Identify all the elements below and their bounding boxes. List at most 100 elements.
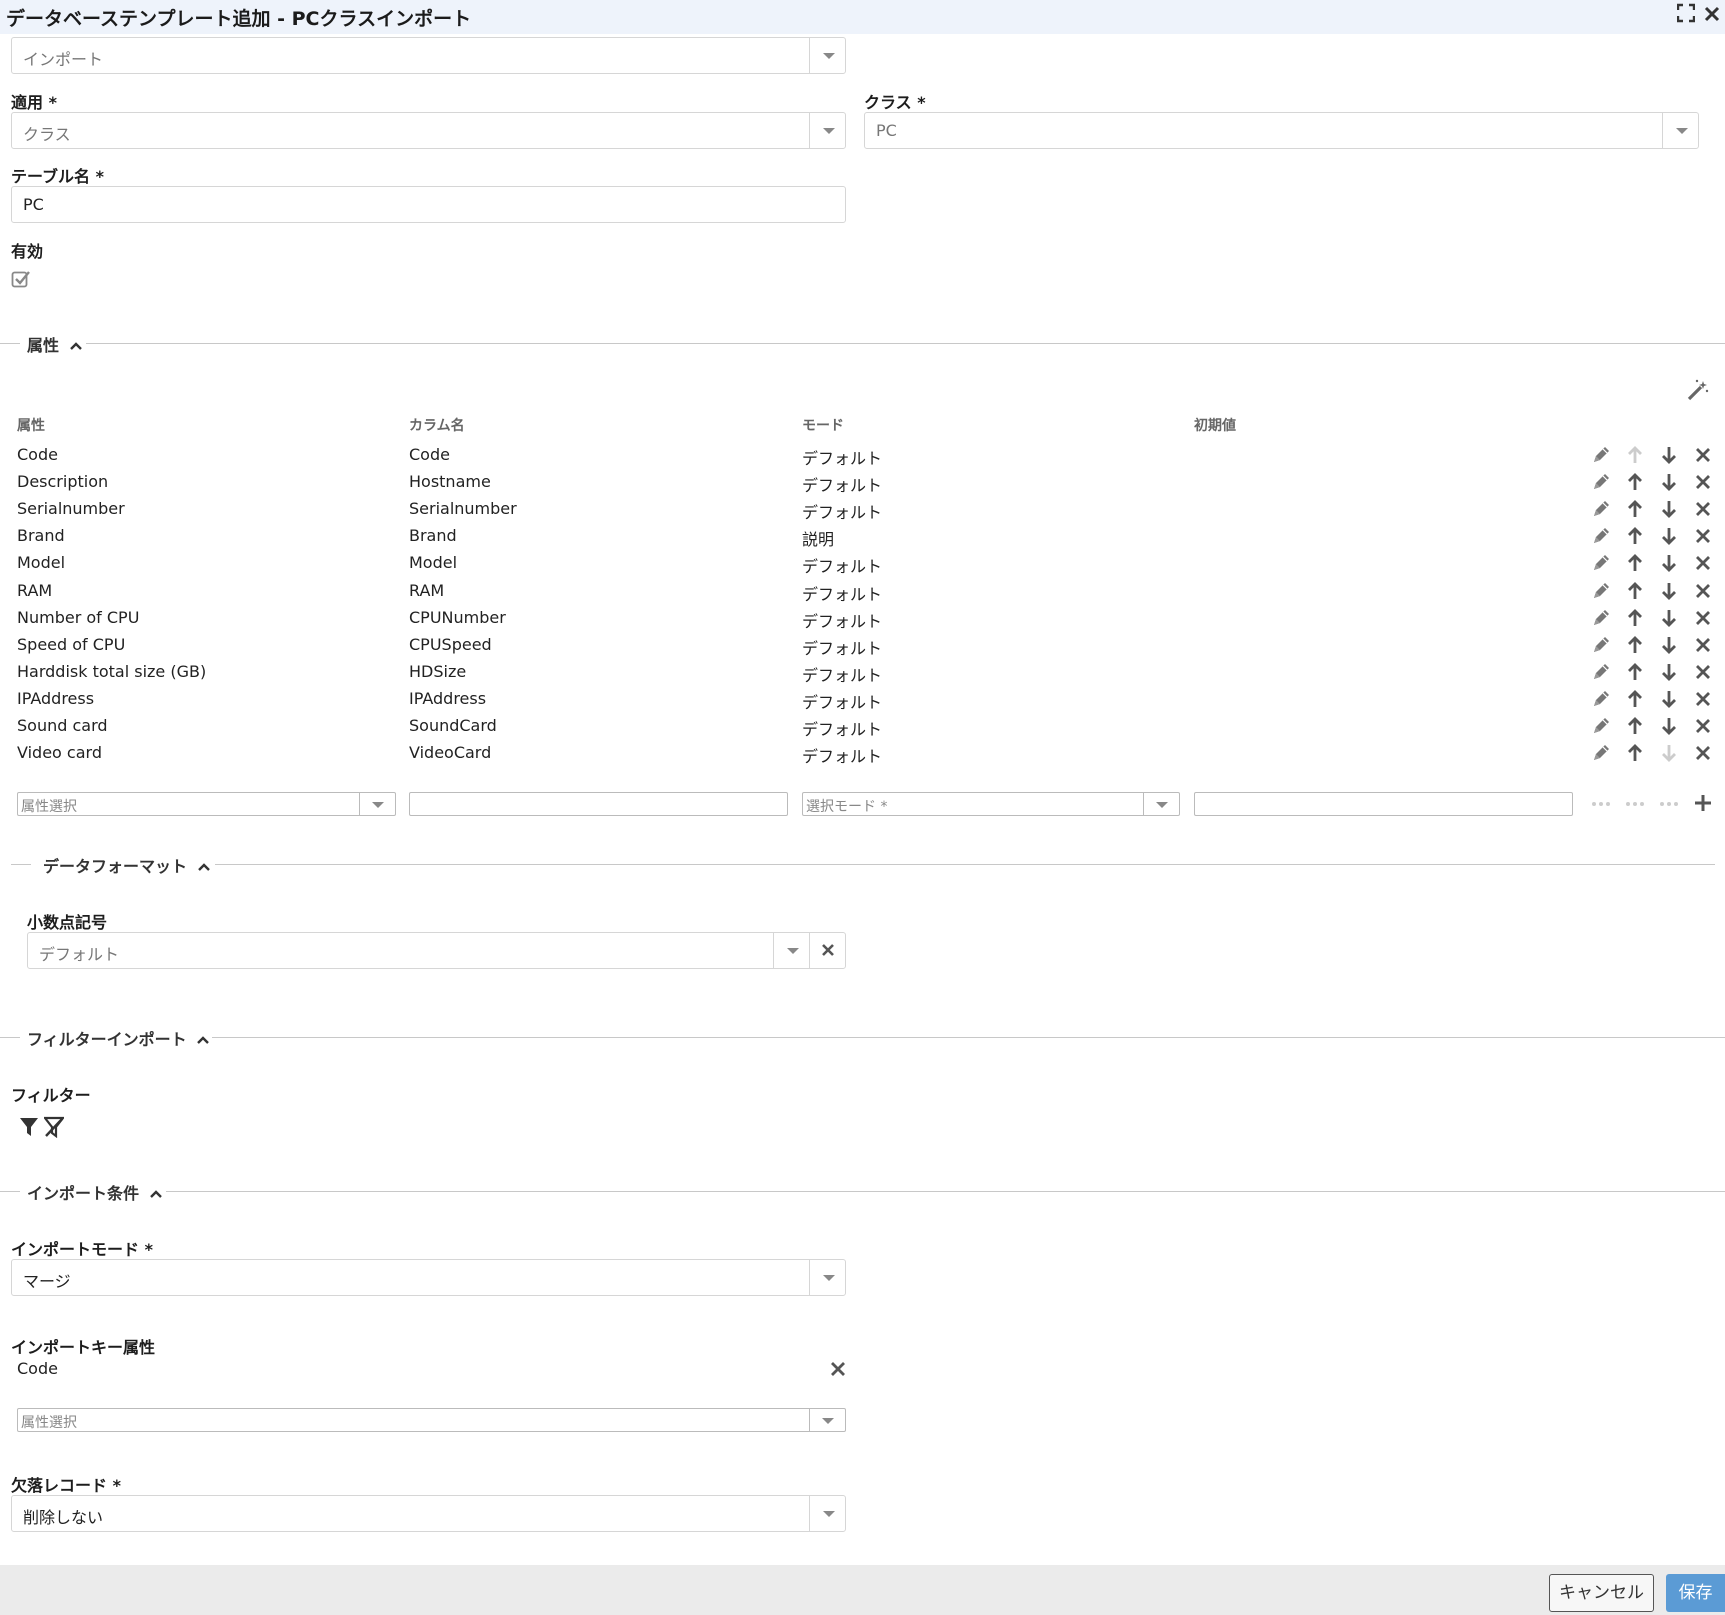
arrow-up-icon[interactable] (1624, 580, 1646, 602)
chevron-down-icon[interactable] (809, 1260, 845, 1295)
arrow-down-icon[interactable] (1658, 444, 1680, 466)
filter-import-section-title[interactable]: フィルターインポート (27, 1026, 210, 1050)
close-icon[interactable] (1703, 3, 1721, 28)
attributes-section-label: 属性 (27, 336, 60, 355)
apply-select[interactable]: クラス (11, 112, 846, 149)
chevron-down-icon[interactable] (1662, 113, 1698, 148)
arrow-down-icon[interactable] (1658, 715, 1680, 737)
data-format-section-title[interactable]: データフォーマット (43, 853, 210, 877)
remove-import-key-button[interactable] (827, 1358, 849, 1380)
row-mode: デフォルト (802, 692, 883, 712)
import-mode-select[interactable]: マージ (11, 1259, 846, 1296)
close-icon[interactable] (1692, 471, 1714, 493)
arrow-up-icon[interactable] (1624, 742, 1646, 764)
missing-records-select[interactable]: 削除しない (11, 1495, 846, 1532)
pencil-icon[interactable] (1590, 498, 1612, 520)
pencil-icon[interactable] (1590, 552, 1612, 574)
expand-icon[interactable] (1676, 3, 1696, 28)
arrow-up-icon[interactable] (1624, 471, 1646, 493)
close-icon[interactable] (1692, 525, 1714, 547)
pencil-icon[interactable] (1590, 607, 1612, 629)
pencil-icon[interactable] (1590, 688, 1612, 710)
close-icon[interactable] (1692, 661, 1714, 683)
chevron-down-icon[interactable] (773, 933, 809, 968)
chevron-up-icon[interactable] (197, 1030, 210, 1049)
chevron-down-icon[interactable] (1143, 793, 1179, 815)
new-attribute-placeholder: 属性選択 (21, 799, 77, 815)
magic-wand-icon[interactable] (1686, 378, 1710, 402)
pencil-icon[interactable] (1590, 715, 1612, 737)
pencil-icon[interactable] (1590, 580, 1612, 602)
pencil-icon[interactable] (1590, 444, 1612, 466)
arrow-up-icon[interactable] (1624, 525, 1646, 547)
arrow-up-icon[interactable] (1624, 688, 1646, 710)
arrow-down-icon[interactable] (1658, 471, 1680, 493)
new-mode-select[interactable]: 選択モード * (802, 792, 1180, 816)
arrow-down-icon[interactable] (1658, 580, 1680, 602)
arrow-up-icon[interactable] (1624, 607, 1646, 629)
table-name-input[interactable]: PC (11, 186, 846, 223)
type-select[interactable]: インポート (11, 37, 846, 74)
row-mode: デフォルト (802, 611, 883, 631)
class-select[interactable]: PC (864, 112, 1699, 149)
row-mode: デフォルト (802, 584, 883, 604)
chevron-down-icon[interactable] (809, 38, 845, 73)
save-button[interactable]: 保存 (1666, 1574, 1725, 1612)
arrow-down-icon[interactable] (1658, 661, 1680, 683)
row-mode: デフォルト (802, 747, 883, 767)
import-conditions-section-title[interactable]: インポート条件 (27, 1180, 162, 1204)
chevron-down-icon[interactable] (809, 113, 845, 148)
chevron-up-icon[interactable] (197, 857, 210, 876)
enabled-checkbox[interactable] (11, 269, 31, 289)
row-attribute: Speed of CPU (17, 634, 126, 654)
table-name-value: PC (23, 195, 44, 214)
import-key-attribute-select[interactable]: 属性選択 (17, 1408, 846, 1432)
close-icon[interactable] (1692, 498, 1714, 520)
arrow-down-icon[interactable] (1658, 525, 1680, 547)
arrow-up-icon[interactable] (1624, 634, 1646, 656)
pencil-icon[interactable] (1590, 661, 1612, 683)
filter-icon[interactable] (19, 1116, 39, 1138)
chevron-up-icon[interactable] (149, 1184, 162, 1203)
close-icon[interactable] (1692, 444, 1714, 466)
pencil-icon[interactable] (1590, 471, 1612, 493)
row-column-name: IPAddress (409, 688, 487, 708)
arrow-up-icon[interactable] (1624, 661, 1646, 683)
close-icon[interactable] (1692, 634, 1714, 656)
pencil-icon[interactable] (1590, 525, 1612, 547)
row-attribute: Model (17, 553, 66, 573)
pencil-icon[interactable] (1590, 742, 1612, 764)
arrow-up-icon[interactable] (1624, 715, 1646, 737)
chevron-down-icon[interactable] (359, 793, 395, 815)
close-icon[interactable] (1692, 688, 1714, 710)
close-icon[interactable] (1692, 552, 1714, 574)
filter-clear-icon[interactable] (42, 1116, 66, 1139)
chevron-up-icon[interactable] (69, 336, 82, 355)
cancel-button[interactable]: キャンセル (1549, 1574, 1654, 1612)
arrow-down-icon[interactable] (1658, 634, 1680, 656)
clear-icon[interactable] (809, 933, 845, 968)
new-attribute-select[interactable]: 属性選択 (17, 792, 396, 816)
arrow-down-icon[interactable] (1658, 498, 1680, 520)
attributes-section-title[interactable]: 属性 (27, 332, 82, 356)
decimal-separator-select[interactable]: デフォルト (27, 932, 846, 969)
new-default-value-input[interactable] (1194, 792, 1573, 816)
arrow-down-icon[interactable] (1658, 688, 1680, 710)
close-icon[interactable] (1692, 742, 1714, 764)
arrow-down-icon[interactable] (1658, 607, 1680, 629)
close-icon[interactable] (1692, 580, 1714, 602)
row-mode: デフォルト (802, 557, 883, 577)
close-icon[interactable] (1692, 607, 1714, 629)
chevron-down-icon[interactable] (809, 1496, 845, 1531)
row-column-name: RAM (409, 580, 445, 600)
import-key-item: Code (17, 1359, 58, 1378)
arrow-down-icon[interactable] (1658, 552, 1680, 574)
pencil-icon[interactable] (1590, 634, 1612, 656)
arrow-up-icon[interactable] (1624, 498, 1646, 520)
arrow-up-icon[interactable] (1624, 552, 1646, 574)
new-column-name-input[interactable] (409, 792, 788, 816)
close-icon[interactable] (1692, 715, 1714, 737)
chevron-down-icon[interactable] (809, 1409, 845, 1431)
arrow-down-icon (1658, 742, 1680, 764)
add-row-button[interactable] (1692, 792, 1714, 814)
